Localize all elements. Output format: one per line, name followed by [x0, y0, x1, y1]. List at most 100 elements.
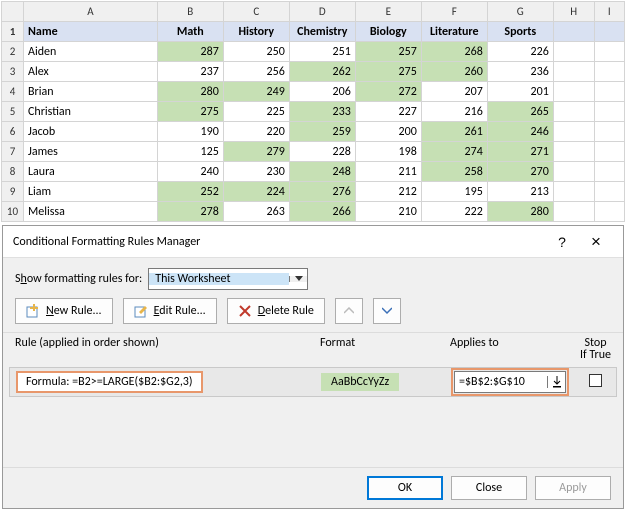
cell[interactable]: 210: [355, 202, 421, 222]
rule-row[interactable]: Formula: =B2>=LARGE($B2:$G2,3) AaBbCcYyZ…: [9, 367, 617, 397]
applies-to-input[interactable]: =$B$2:$G$10: [454, 371, 566, 393]
cell[interactable]: 268: [421, 42, 487, 62]
cell[interactable]: 195: [421, 182, 487, 202]
cell[interactable]: [553, 202, 594, 222]
col-header[interactable]: A: [24, 2, 158, 22]
cell[interactable]: 211: [355, 162, 421, 182]
cell[interactable]: 207: [421, 82, 487, 102]
cell[interactable]: 222: [421, 202, 487, 222]
cell[interactable]: 213: [487, 182, 553, 202]
cell[interactable]: 190: [157, 122, 223, 142]
header-cell[interactable]: History: [223, 22, 289, 42]
cell[interactable]: [553, 102, 594, 122]
cell[interactable]: 236: [487, 62, 553, 82]
cell[interactable]: 252: [157, 182, 223, 202]
cell[interactable]: Aiden: [24, 42, 158, 62]
cell[interactable]: 279: [223, 142, 289, 162]
cell[interactable]: 233: [289, 102, 355, 122]
cell[interactable]: 240: [157, 162, 223, 182]
cell[interactable]: 256: [223, 62, 289, 82]
cell[interactable]: 198: [355, 142, 421, 162]
cell[interactable]: 287: [157, 42, 223, 62]
row-header[interactable]: 3: [2, 62, 24, 82]
cell[interactable]: 227: [355, 102, 421, 122]
cell[interactable]: Alex: [24, 62, 158, 82]
cell[interactable]: 266: [289, 202, 355, 222]
col-header[interactable]: C: [223, 2, 289, 22]
new-rule-button[interactable]: New Rule...: [15, 298, 113, 324]
cell[interactable]: Laura: [24, 162, 158, 182]
cell[interactable]: 216: [421, 102, 487, 122]
col-header[interactable]: I: [594, 2, 624, 22]
header-cell[interactable]: Literature: [421, 22, 487, 42]
cell[interactable]: 248: [289, 162, 355, 182]
cell[interactable]: 278: [157, 202, 223, 222]
move-up-button[interactable]: [335, 298, 363, 324]
select-all-corner[interactable]: [2, 2, 24, 22]
chevron-down-icon[interactable]: [289, 276, 307, 282]
col-header[interactable]: D: [289, 2, 355, 22]
cell[interactable]: [594, 142, 624, 162]
cell[interactable]: [553, 22, 594, 42]
cell[interactable]: 200: [355, 122, 421, 142]
header-cell[interactable]: Math: [157, 22, 223, 42]
row-header[interactable]: 10: [2, 202, 24, 222]
header-cell[interactable]: Name: [24, 22, 158, 42]
cell[interactable]: 212: [355, 182, 421, 202]
cell[interactable]: 246: [487, 122, 553, 142]
spreadsheet[interactable]: A B C D E F G H I 1NameMathHistoryChemis…: [1, 1, 625, 222]
header-cell[interactable]: Chemistry: [289, 22, 355, 42]
cell[interactable]: [594, 202, 624, 222]
cell[interactable]: 224: [223, 182, 289, 202]
close-button[interactable]: Close: [451, 476, 527, 500]
row-header[interactable]: 4: [2, 82, 24, 102]
cell[interactable]: 125: [157, 142, 223, 162]
col-header[interactable]: B: [157, 2, 223, 22]
cell[interactable]: [594, 122, 624, 142]
header-cell[interactable]: Sports: [487, 22, 553, 42]
cell[interactable]: 257: [355, 42, 421, 62]
cell[interactable]: 228: [289, 142, 355, 162]
row-header[interactable]: 7: [2, 142, 24, 162]
cell[interactable]: [594, 62, 624, 82]
cell[interactable]: 276: [289, 182, 355, 202]
cell[interactable]: 259: [289, 122, 355, 142]
cell[interactable]: Christian: [24, 102, 158, 122]
edit-rule-button[interactable]: Edit Rule...: [123, 298, 217, 324]
row-header[interactable]: 6: [2, 122, 24, 142]
cell[interactable]: 230: [223, 162, 289, 182]
cell[interactable]: 226: [487, 42, 553, 62]
cell[interactable]: [553, 122, 594, 142]
cell[interactable]: 250: [223, 42, 289, 62]
delete-rule-button[interactable]: Delete Rule: [227, 298, 325, 324]
cell[interactable]: [553, 182, 594, 202]
ok-button[interactable]: OK: [367, 476, 443, 500]
cell[interactable]: 274: [421, 142, 487, 162]
help-button[interactable]: ?: [545, 235, 579, 249]
cell[interactable]: 263: [223, 202, 289, 222]
col-header[interactable]: G: [487, 2, 553, 22]
row-header[interactable]: 5: [2, 102, 24, 122]
cell[interactable]: 249: [223, 82, 289, 102]
cell[interactable]: [553, 62, 594, 82]
cell[interactable]: [553, 162, 594, 182]
move-down-button[interactable]: [373, 298, 401, 324]
cell[interactable]: 251: [289, 42, 355, 62]
apply-button[interactable]: Apply: [535, 476, 611, 500]
cell[interactable]: [594, 42, 624, 62]
cell[interactable]: 280: [487, 202, 553, 222]
cell[interactable]: 260: [421, 62, 487, 82]
cell[interactable]: Jacob: [24, 122, 158, 142]
cell[interactable]: 261: [421, 122, 487, 142]
cell[interactable]: 275: [355, 62, 421, 82]
cell[interactable]: Melissa: [24, 202, 158, 222]
row-header[interactable]: 9: [2, 182, 24, 202]
col-header[interactable]: H: [553, 2, 594, 22]
cell[interactable]: 280: [157, 82, 223, 102]
cell[interactable]: 201: [487, 82, 553, 102]
row-header[interactable]: 2: [2, 42, 24, 62]
cell[interactable]: [553, 82, 594, 102]
cell[interactable]: Brian: [24, 82, 158, 102]
col-header[interactable]: E: [355, 2, 421, 22]
cell[interactable]: 275: [157, 102, 223, 122]
